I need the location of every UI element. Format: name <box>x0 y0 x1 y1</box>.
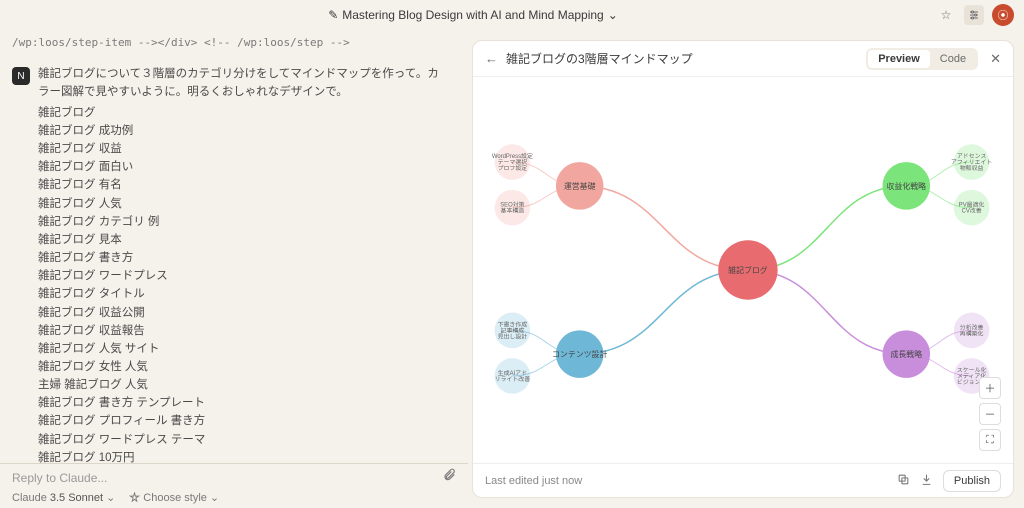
keyword-item: 雑記ブログ 人気 サイト <box>38 340 450 358</box>
code-snippet: /wp:loos/step-item --></div> <!-- /wp:lo… <box>12 30 450 59</box>
keyword-item: 雑記ブログ 収益 <box>38 140 450 158</box>
keyword-item: 雑記ブログ カテゴリ 例 <box>38 213 450 231</box>
download-icon[interactable] <box>920 473 933 489</box>
keyword-item: 雑記ブログ 収益公開 <box>38 304 450 322</box>
back-arrow-icon[interactable]: ← <box>485 51 498 66</box>
code-tab[interactable]: Code <box>930 50 976 68</box>
keyword-item: 雑記ブログ 面白い <box>38 158 450 176</box>
svg-text:テーマ選択: テーマ選択 <box>498 158 528 166</box>
keyword-item: 雑記ブログ 見本 <box>38 231 450 249</box>
svg-text:CV改善: CV改善 <box>962 207 982 215</box>
copy-icon[interactable] <box>897 473 910 489</box>
zoom-in-button[interactable]: ＋ <box>979 377 1001 399</box>
zoom-controls: ＋ － ⛶ <box>979 377 1001 451</box>
last-edited-label: Last edited just now <box>485 475 582 487</box>
keyword-item: 雑記ブログ プロフィール 書き方 <box>38 412 450 430</box>
header-title-wrap[interactable]: ✎ Mastering Blog Design with AI and Mind… <box>10 8 936 22</box>
svg-text:生成AIアド: 生成AIアド <box>498 369 527 377</box>
page-title: Mastering Blog Design with AI and Mind M… <box>342 8 603 22</box>
chat-scroll[interactable]: /wp:loos/step-item --></div> <!-- /wp:lo… <box>0 30 468 463</box>
keyword-item: 雑記ブログ ワードプレス テーマ <box>38 431 450 449</box>
attach-icon[interactable] <box>442 468 456 487</box>
preview-tab[interactable]: Preview <box>868 50 930 68</box>
svg-text:プロフ設定: プロフ設定 <box>498 164 528 172</box>
svg-text:下書き作成: 下書き作成 <box>498 320 528 328</box>
svg-text:物販収益: 物販収益 <box>960 164 984 172</box>
sliders-icon[interactable] <box>964 5 984 25</box>
svg-text:雑記ブログ: 雑記ブログ <box>728 265 768 275</box>
svg-text:アドセンス: アドセンス <box>957 153 987 160</box>
keyword-item: 雑記ブログ 収益報告 <box>38 322 450 340</box>
artifact-canvas[interactable]: WordPress設定テーマ選択プロフ設定 SEO対策基本構造下書き作成記事構成見… <box>473 77 1013 463</box>
keyword-item: 雑記ブログ タイトル <box>38 285 450 303</box>
close-icon[interactable]: ✕ <box>990 51 1001 67</box>
artifact-footer: Last edited just now Publish <box>473 463 1013 497</box>
svg-text:リライト改善: リライト改善 <box>495 375 531 383</box>
keyword-item: 雑記ブログ <box>38 104 450 122</box>
choose-style[interactable]: Choose style ⌄ <box>129 491 219 504</box>
user-avatar[interactable]: ⦿ <box>992 4 1014 26</box>
keyword-list: 雑記ブログ雑記ブログ 成功例雑記ブログ 収益雑記ブログ 面白い雑記ブログ 有名雑… <box>12 104 450 463</box>
chat-pane: /wp:loos/step-item --></div> <!-- /wp:lo… <box>0 30 468 508</box>
chat-icon: ✎ <box>328 8 338 22</box>
svg-text:再構築化: 再構築化 <box>960 329 984 337</box>
svg-text:WordPress設定: WordPress設定 <box>492 152 533 160</box>
keyword-item: 雑記ブログ 10万円 <box>38 449 450 463</box>
user-message-text: 雑記ブログについて３階層のカテゴリ分けをしてマインドマップを作って。カラー図解で… <box>38 65 450 102</box>
view-toggle: Preview Code <box>866 48 978 70</box>
svg-text:成長戦略: 成長戦略 <box>890 349 922 359</box>
app-header: ✎ Mastering Blog Design with AI and Mind… <box>0 0 1024 30</box>
user-message-avatar: N <box>12 67 30 85</box>
chevron-down-icon: ⌄ <box>210 491 219 504</box>
keyword-item: 雑記ブログ 有名 <box>38 176 450 194</box>
user-message: N 雑記ブログについて３階層のカテゴリ分けをしてマインドマップを作って。カラー図… <box>12 65 450 102</box>
svg-text:アフィリエイト: アフィリエイト <box>951 159 992 166</box>
keyword-item: 主婦 雑記ブログ 人気 <box>38 376 450 394</box>
artifact-pane: ← 雑記ブログの3階層マインドマップ Preview Code ✕ WordPr… <box>468 30 1024 508</box>
chevron-down-icon: ⌄ <box>106 491 115 504</box>
svg-text:コンテンツ設計: コンテンツ設計 <box>552 349 607 359</box>
svg-text:分析改善: 分析改善 <box>960 323 984 331</box>
svg-text:運営基礎: 運営基礎 <box>564 181 596 191</box>
star-icon[interactable]: ☆ <box>936 5 956 25</box>
mindmap-svg: WordPress設定テーマ選択プロフ設定 SEO対策基本構造下書き作成記事構成見… <box>473 77 1013 463</box>
svg-text:PV最適化: PV最適化 <box>959 201 985 209</box>
publish-button[interactable]: Publish <box>943 470 1001 492</box>
svg-text:見出し設計: 見出し設計 <box>498 332 528 340</box>
keyword-item: 雑記ブログ 女性 人気 <box>38 358 450 376</box>
svg-text:収益化戦略: 収益化戦略 <box>887 181 927 191</box>
reply-input[interactable]: Reply to Claude... <box>12 471 107 485</box>
keyword-item: 雑記ブログ ワードプレス <box>38 267 450 285</box>
chevron-down-icon[interactable]: ⌄ <box>608 8 618 22</box>
svg-text:記事構成: 記事構成 <box>501 326 525 334</box>
fullscreen-button[interactable]: ⛶ <box>979 429 1001 451</box>
model-selector[interactable]: Claude 3.5 Sonnet ⌄ <box>12 491 115 504</box>
svg-text:スケール化: スケール化 <box>957 366 987 374</box>
keyword-item: 雑記ブログ 人気 <box>38 195 450 213</box>
artifact-header: ← 雑記ブログの3階層マインドマップ Preview Code ✕ <box>473 41 1013 77</box>
keyword-item: 雑記ブログ 書き方 テンプレート <box>38 394 450 412</box>
artifact-title: 雑記ブログの3階層マインドマップ <box>506 50 858 67</box>
svg-text:基本構造: 基本構造 <box>501 207 525 215</box>
input-bar: Reply to Claude... Claude 3.5 Sonnet ⌄ C… <box>0 463 468 508</box>
keyword-item: 雑記ブログ 書き方 <box>38 249 450 267</box>
zoom-out-button[interactable]: － <box>979 403 1001 425</box>
keyword-item: 雑記ブログ 成功例 <box>38 122 450 140</box>
svg-text:SEO対策: SEO対策 <box>500 201 524 209</box>
